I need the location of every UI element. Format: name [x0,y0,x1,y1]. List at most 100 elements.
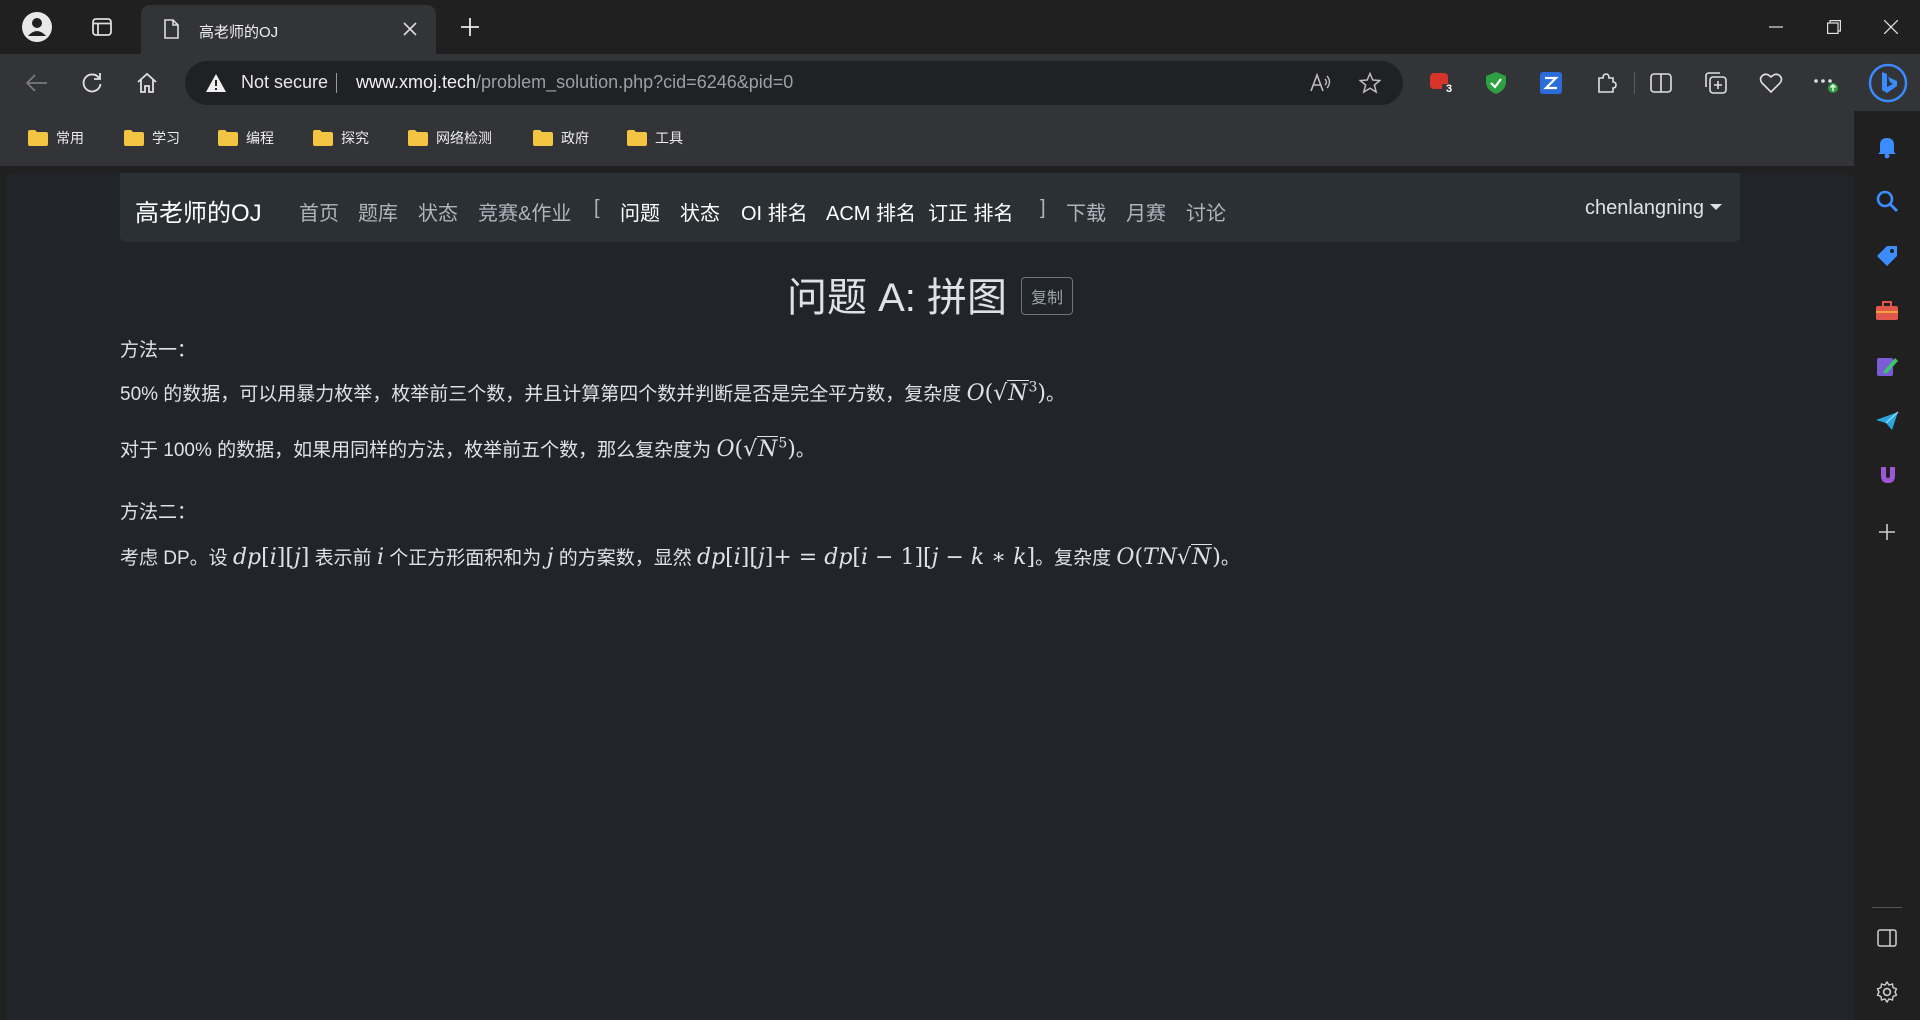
add-icon[interactable] [1872,517,1902,547]
favorite-label: 工具 [655,130,683,146]
nav-download[interactable]: 下载 [1066,197,1106,226]
paragraph-method1-detail: 50% 的数据，可以用暴力枚举，枚举前三个数，并且计算第四个数并判断是否是完全平… [120,379,1065,406]
favorite-label: 政府 [561,130,589,146]
nav-monthly[interactable]: 月赛 [1126,197,1166,226]
read-aloud-icon[interactable] [1310,72,1332,94]
math-complexity: O [716,437,735,462]
page-icon [163,19,179,44]
star-icon[interactable] [1359,72,1381,94]
favorite-folder[interactable]: 常用 [28,126,84,150]
text: 的方案数，显然 [558,548,692,569]
extension-button-blue[interactable] [1532,64,1570,102]
puzzle-icon [1598,73,1617,93]
url-text[interactable]: www.xmoj.tech/problem_solution.php?cid=6… [356,72,793,93]
extension-badge: 3 [1446,83,1453,95]
favorite-folder[interactable]: 政府 [533,126,589,150]
new-tab-button[interactable] [451,8,489,46]
folder-icon [627,130,647,146]
sidebar-panel-icon[interactable] [1872,923,1902,953]
math-n: N [1007,380,1029,406]
close-icon[interactable] [398,17,422,41]
back-button[interactable] [18,64,56,102]
folder-icon [28,130,48,146]
more-button[interactable] [1807,64,1845,102]
text: 个正方形面积和为 [389,548,542,569]
minimize-button[interactable] [1747,0,1805,54]
warning-icon[interactable] [205,73,227,98]
notification-bell-icon[interactable] [1872,132,1902,162]
toolbox-icon[interactable] [1872,296,1902,326]
shopping-tag-icon[interactable] [1872,241,1902,271]
favorite-folder[interactable]: 学习 [124,126,180,150]
security-label[interactable]: Not secure [241,72,328,93]
magnet-icon[interactable] [1872,460,1902,490]
copy-button[interactable]: 复制 [1021,277,1074,315]
refresh-button[interactable] [73,64,111,102]
nav-bracket-open: [ [594,197,600,219]
folder-icon [408,130,428,146]
nav-contests[interactable]: 竞赛&作业 [478,197,571,226]
refresh-icon [82,73,102,93]
home-button[interactable] [128,64,166,102]
nav-problemset[interactable]: 题库 [358,197,398,226]
nav-acm-rank[interactable]: ACM 排名 [826,197,916,226]
url-host: www.xmoj.tech [356,72,477,92]
favorite-folder[interactable]: 探究 [313,126,369,150]
window-close-button[interactable] [1862,0,1920,54]
toolbar-divider [1634,72,1635,94]
math-j: j [546,545,554,570]
favorite-label: 常用 [56,130,84,146]
extension-button-red[interactable]: 3 [1423,64,1461,102]
extensions-button[interactable] [1587,64,1625,102]
folder-icon [124,130,144,146]
math-complexity: O [1116,545,1135,570]
minimize-icon [1769,26,1783,28]
problem-title: 问题 A: 拼图 [786,276,1007,320]
favorite-folder[interactable]: 编程 [218,126,274,150]
nav-contest-problem[interactable]: 问题 [620,197,660,226]
profile-button[interactable] [18,8,56,46]
copilot-button[interactable] [1866,61,1910,105]
collections-icon [1705,72,1727,94]
drop-icon[interactable] [1872,351,1902,381]
period: 。 [795,440,815,461]
favorite-folder[interactable]: 网络检测 [408,126,492,150]
split-screen-button[interactable] [1642,64,1680,102]
split-screen-icon [1650,73,1672,93]
nav-contest-status[interactable]: 状态 [680,197,720,226]
nav-bracket-close: ] [1040,197,1046,219]
favorite-folder[interactable]: 工具 [627,126,683,150]
page-title: 问题 A: 拼图 复制 [6,265,1854,323]
tab-actions-button[interactable] [83,8,121,46]
favorite-label: 探究 [341,130,369,146]
bing-icon [1868,63,1908,103]
paragraph-method2-detail: 考虑 DP。设 dp[i][j] 表示前 i 个正方形面积和为 j 的方案数，显… [120,544,1240,570]
text: 对于 100% 的数据，如果用同样的方法，枚举前五个数，那么复杂度为 [120,440,712,461]
tab-active[interactable]: 高老师的OJ [141,5,436,54]
math-dp-ij: dp [232,545,262,570]
divider [336,73,337,93]
nav-status[interactable]: 状态 [418,197,458,226]
gear-icon[interactable] [1872,977,1902,1007]
nav-oi-rank[interactable]: OI 排名 [741,197,808,226]
math-n: N [757,436,779,462]
performance-button[interactable] [1752,64,1790,102]
user-menu[interactable]: chenlangning [1585,197,1722,220]
address-bar[interactable]: Not secure www.xmoj.tech/problem_solutio… [185,61,1403,105]
period: 。 [1220,548,1240,569]
text: 表示前 [314,548,372,569]
plus-icon [461,18,479,36]
url-path: /problem_solution.php?cid=6246&pid=0 [476,72,794,92]
send-icon[interactable] [1872,406,1902,436]
restore-button[interactable] [1805,0,1863,54]
period: 。 [1046,384,1066,405]
nav-discuss[interactable]: 讨论 [1186,197,1226,226]
nav-correction-rank[interactable]: 订正 排名 [928,197,1014,226]
tab-bar: 高老师的OJ [0,0,1920,54]
search-icon[interactable] [1872,186,1902,216]
math-complexity: O [966,381,985,406]
extension-button-shield[interactable] [1477,64,1515,102]
nav-home[interactable]: 首页 [299,197,339,226]
site-brand[interactable]: 高老师的OJ [135,193,262,228]
collections-button[interactable] [1697,64,1735,102]
